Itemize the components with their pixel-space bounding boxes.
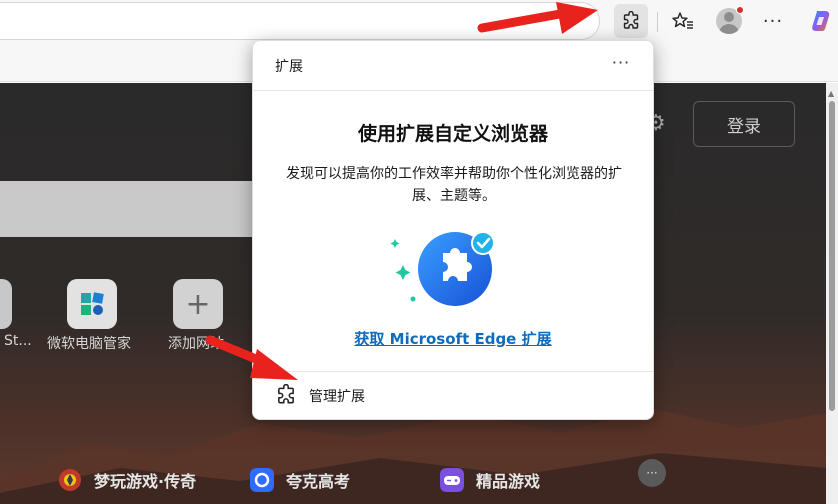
favorites-button[interactable] [666, 4, 700, 38]
puzzle-icon [278, 384, 294, 404]
bottom-link-label-3: 精品游戏 [476, 472, 541, 491]
popup-more-button[interactable]: ··· [607, 53, 635, 77]
extension-hero-icon [390, 231, 495, 306]
popup-heading: 使用扩展自定义浏览器 [357, 123, 548, 145]
get-extensions-link[interactable]: 获取 Microsoft Edge 扩展 [253, 328, 653, 349]
bottom-link-1[interactable]: 梦玩游戏·传奇 [58, 468, 196, 492]
search-box[interactable] [0, 181, 278, 237]
quick-link-label-1: St... [4, 333, 32, 349]
extensions-button[interactable] [614, 4, 648, 38]
more-button[interactable]: ··· [756, 4, 790, 38]
scroll-thumb[interactable] [829, 101, 835, 411]
quick-link-tile-2[interactable] [67, 279, 117, 329]
game-legend-icon [59, 469, 81, 491]
popup-title: 扩展 [275, 59, 303, 75]
toolbar-separator [657, 12, 658, 32]
manage-extensions-label: 管理扩展 [309, 389, 365, 405]
pc-manager-icon [81, 292, 104, 315]
copilot-icon [812, 11, 830, 31]
bottom-link-label-1: 梦玩游戏·传奇 [94, 472, 197, 491]
copilot-button[interactable] [804, 4, 838, 38]
star-list-icon [672, 12, 693, 29]
bottom-link-2[interactable]: 夸克高考 [250, 468, 350, 492]
scroll-up-arrow-icon[interactable]: ▲ [828, 89, 834, 98]
address-bar[interactable] [0, 2, 600, 40]
bottom-link-3[interactable]: 精品游戏 [440, 468, 540, 492]
puzzle-icon [623, 11, 639, 29]
quick-link-tile-1[interactable] [0, 279, 12, 329]
add-site-label: 添加网站 [168, 336, 224, 352]
manage-extensions-item[interactable]: 管理扩展 [253, 371, 653, 419]
gamepad-icon [440, 468, 464, 492]
popup-header: 扩展 ··· [253, 41, 653, 91]
add-site-tile[interactable]: + [173, 279, 223, 329]
profile-button[interactable] [712, 4, 746, 38]
quick-link-label-2: 微软电脑管家 [47, 336, 131, 352]
notification-dot [736, 6, 744, 14]
browser-toolbar: ··· [0, 0, 838, 44]
bottom-link-label-2: 夸克高考 [286, 472, 351, 491]
popup-description: 发现可以提高你的工作效率并帮助你个性化浏览器的扩展、主题等。 [286, 166, 622, 204]
login-button[interactable]: 登录 [693, 101, 795, 147]
page-scrollbar[interactable]: ▲ [826, 83, 838, 504]
extensions-popup: 扩展 ··· 使用扩展自定义浏览器 发现可以提高你的工作效率并帮助你个性化浏览器… [252, 40, 654, 420]
bottom-more-button[interactable]: ··· [638, 459, 666, 487]
quark-icon [250, 468, 274, 492]
